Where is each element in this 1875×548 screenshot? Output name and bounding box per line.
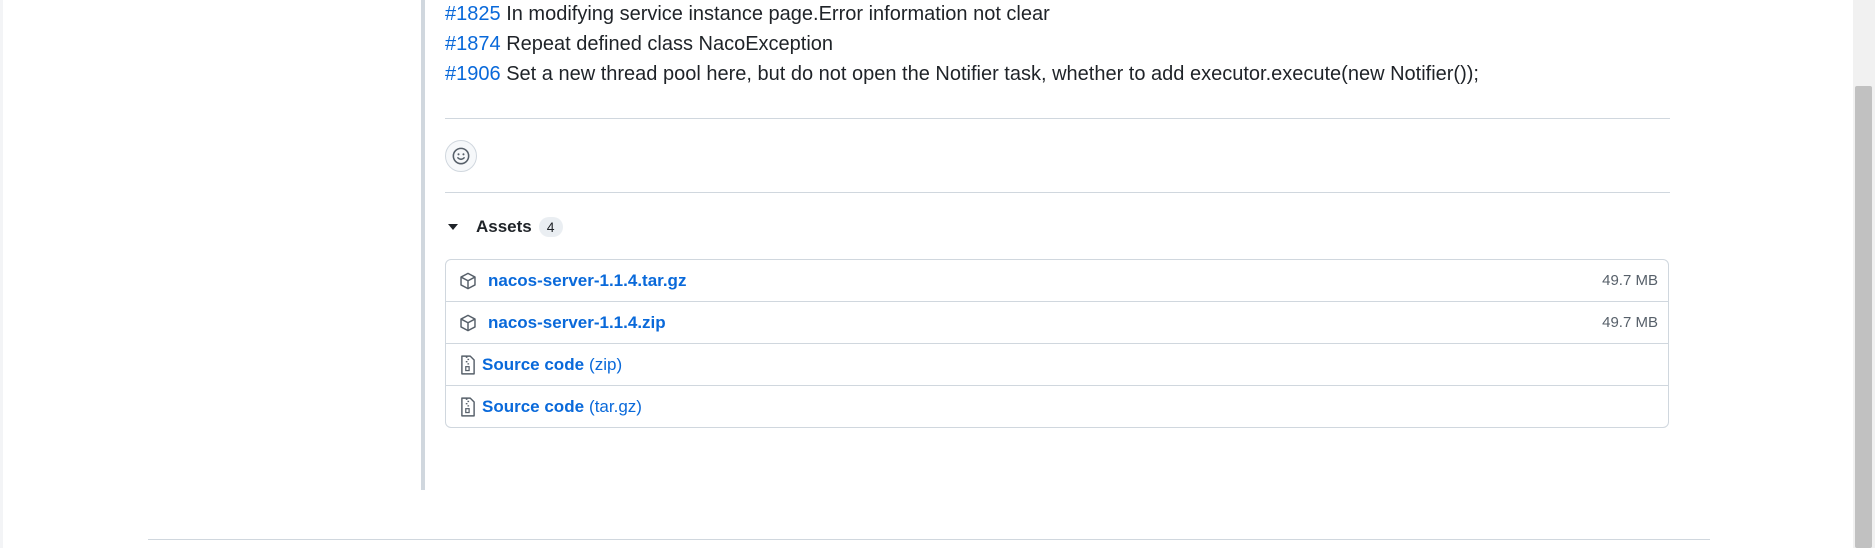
asset-row: Source code (zip) (446, 344, 1668, 386)
asset-format-label: (tar.gz) (589, 397, 642, 416)
section-divider (445, 192, 1670, 193)
file-zip-icon (458, 397, 478, 417)
page-left-edge (0, 0, 3, 548)
release-note-item: #1906 Set a new thread pool here, but do… (445, 61, 1479, 87)
release-note-item: #1874 Repeat defined class NacoException (445, 31, 833, 57)
assets-title: Assets (476, 217, 532, 236)
issue-link[interactable]: #1825 (445, 3, 501, 25)
source-code-zip-link[interactable]: Source code (482, 355, 584, 375)
source-code-targz-link[interactable]: Source code (482, 397, 584, 417)
caret-down-icon (448, 224, 458, 230)
section-divider (445, 118, 1670, 119)
release-note-text: Set a new thread pool here, but do not o… (506, 63, 1479, 85)
footer-divider (148, 539, 1710, 540)
asset-row: nacos-server-1.1.4.zip 49.7 MB (446, 302, 1668, 344)
release-timeline-bar (421, 0, 425, 490)
package-icon (458, 313, 478, 333)
release-note-text: In modifying service instance page.Error… (506, 3, 1050, 25)
file-zip-icon (458, 354, 478, 375)
asset-size: 49.7 MB (1602, 314, 1658, 331)
asset-size: 49.7 MB (1602, 272, 1658, 289)
add-reaction-button[interactable] (445, 140, 477, 172)
release-note-item: #1825 In modifying service instance page… (445, 1, 1050, 27)
release-note-text: Repeat defined class NacoException (506, 33, 834, 55)
smiley-icon (452, 147, 470, 165)
assets-toggle[interactable]: Assets 4 (448, 214, 563, 240)
scrollbar-thumb[interactable] (1855, 86, 1872, 548)
issue-link[interactable]: #1906 (445, 63, 501, 85)
asset-format-label: (zip) (589, 354, 623, 374)
asset-row: nacos-server-1.1.4.tar.gz 49.7 MB (446, 260, 1668, 302)
package-icon (458, 271, 478, 291)
assets-count-badge: 4 (538, 217, 563, 237)
assets-list: nacos-server-1.1.4.tar.gz 49.7 MB nacos-… (445, 259, 1669, 428)
asset-download-link[interactable]: nacos-server-1.1.4.zip (488, 313, 666, 333)
asset-download-link[interactable]: nacos-server-1.1.4.tar.gz (488, 271, 686, 291)
release-page: #1825 In modifying service instance page… (0, 0, 1875, 548)
issue-link[interactable]: #1874 (445, 33, 501, 55)
asset-row: Source code (tar.gz) (446, 386, 1668, 427)
